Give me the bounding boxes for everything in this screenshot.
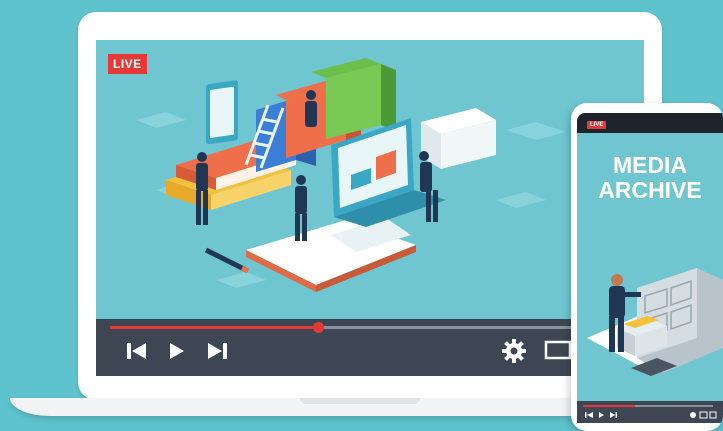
gear-icon[interactable] xyxy=(501,338,527,364)
live-badge: LIVE xyxy=(108,54,147,74)
progress-knob[interactable] xyxy=(313,322,324,333)
phone-progress-fill xyxy=(583,405,635,407)
archive-illustration xyxy=(587,268,723,376)
phone-live-badge: LIVE xyxy=(587,121,607,129)
progress-fill xyxy=(110,326,318,329)
laptop-notch xyxy=(300,398,420,404)
progress-bar[interactable] xyxy=(110,322,630,333)
phone-video-screen[interactable]: MEDIA ARCHIVE xyxy=(577,133,723,401)
phone-title-line1: MEDIA xyxy=(612,152,688,178)
phone-playback-icons[interactable] xyxy=(585,411,625,419)
play-icon[interactable] xyxy=(168,341,186,361)
video-player[interactable]: LIVE xyxy=(96,40,644,376)
phone-progress-bar[interactable] xyxy=(583,405,713,407)
video-frame-illustration xyxy=(136,58,566,292)
phone-control-bar xyxy=(577,401,723,423)
phone-title-line2: ARCHIVE xyxy=(598,177,702,203)
skip-previous-icon[interactable] xyxy=(126,341,148,361)
phone-device: LIVE MEDIA ARCHIVE xyxy=(571,103,723,431)
player-control-bar xyxy=(96,319,644,376)
fullscreen-icon[interactable] xyxy=(544,340,572,360)
phone-settings-fullscreen-icons[interactable] xyxy=(689,411,717,419)
skip-next-icon[interactable] xyxy=(206,341,228,361)
